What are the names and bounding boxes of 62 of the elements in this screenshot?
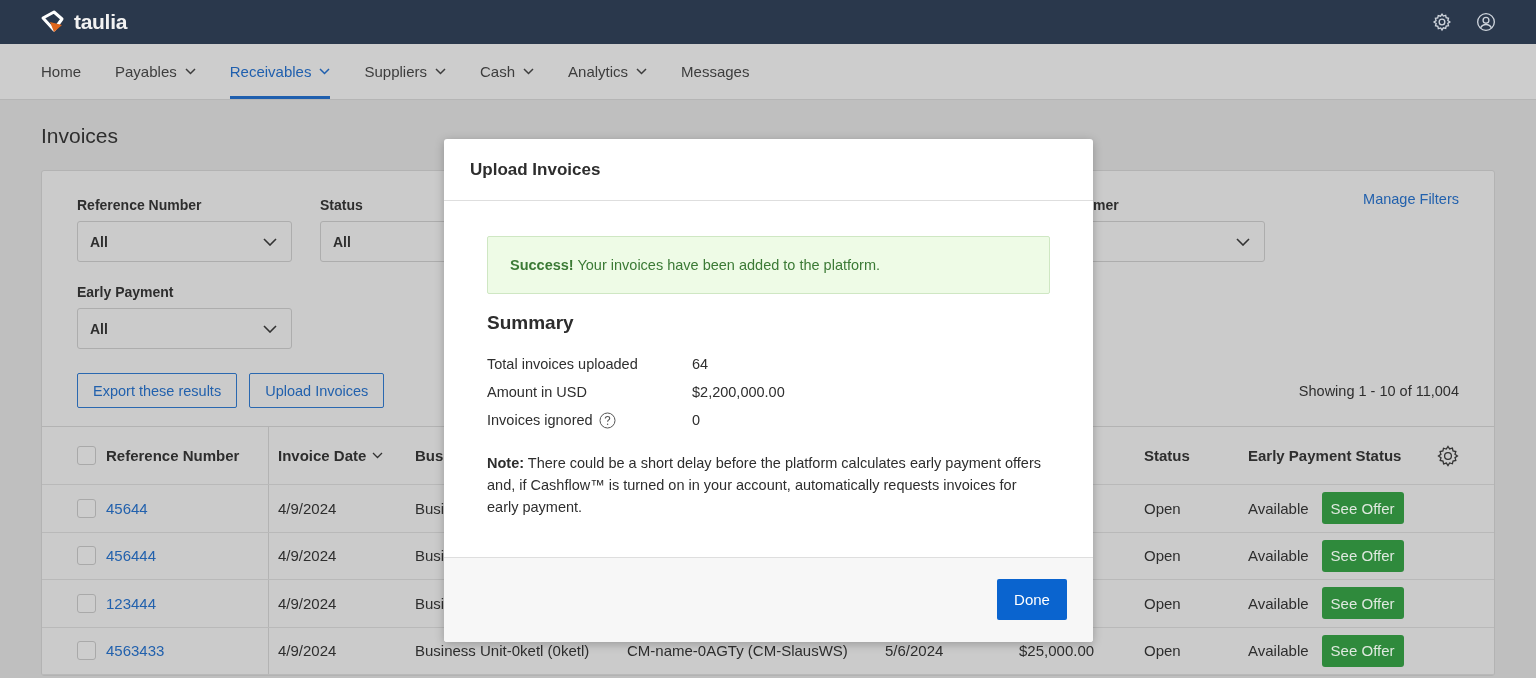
filter-label: Status [320, 197, 364, 213]
table-cell: Open [1144, 642, 1181, 660]
see-offer-button[interactable]: See Offer [1321, 492, 1404, 525]
nav-tab[interactable]: Suppliers [364, 44, 446, 99]
table-cell: Available [1248, 547, 1309, 565]
success-message: Success! Your invoices have been added to the platform. [487, 236, 1050, 294]
table-cell: Available [1248, 499, 1309, 517]
table-cell: $25,000.00 [1019, 642, 1095, 660]
reference-link[interactable]: 456444 [106, 547, 157, 565]
column-header[interactable]: Bus [415, 447, 444, 464]
table-cell: 4/9/2024 [278, 594, 337, 612]
summary-value: 64 [692, 356, 709, 372]
table-cell: 4/9/2024 [278, 642, 337, 660]
column-header[interactable]: Status [1144, 447, 1190, 464]
action-button[interactable]: Upload Invoices [249, 373, 385, 408]
summary-label: Total invoices uploaded [487, 356, 638, 372]
nav-tab[interactable]: Analytics [568, 44, 648, 99]
table-cell: CM-name-0AGTy (CM-SlausWS) [627, 642, 848, 660]
filter-label: Early Payment [77, 284, 175, 300]
filter-dropdown[interactable]: All [77, 308, 292, 349]
reference-link[interactable]: 45644 [106, 499, 148, 517]
summary-label: Invoices ignored [487, 412, 593, 428]
see-offer-button[interactable]: See Offer [1321, 539, 1404, 572]
summary-value: $2,200,000.00 [692, 384, 785, 400]
nav-tab[interactable]: Home [41, 44, 81, 99]
table-cell: 4/9/2024 [278, 547, 337, 565]
nav-tab[interactable]: Cash [480, 44, 535, 99]
action-button[interactable]: Export these results [77, 373, 238, 408]
table-cell: Available [1248, 594, 1309, 612]
table-cell: Open [1144, 547, 1181, 565]
column-header[interactable]: Early Payment Status [1248, 447, 1402, 464]
table-cell: Busi [415, 594, 445, 612]
see-offer-button[interactable]: See Offer [1321, 634, 1404, 667]
summary-label: Amount in USD [487, 384, 587, 400]
dialog-title: Upload Invoices [470, 159, 601, 180]
table-cell: Busi [415, 499, 445, 517]
table-cell: Open [1144, 594, 1181, 612]
table-cell: Open [1144, 499, 1181, 517]
table-cell: 5/6/2024 [885, 642, 944, 660]
reference-link[interactable]: 4563433 [106, 642, 165, 660]
nav-tab[interactable]: Messages [681, 44, 750, 99]
filter-label: mer [1092, 197, 1120, 213]
summary-value: 0 [692, 412, 701, 428]
filter-label: Reference Number [77, 197, 203, 213]
reference-link[interactable]: 123444 [106, 594, 157, 612]
summary-heading: Summary [487, 312, 575, 334]
table-cell: Available [1248, 642, 1309, 660]
filter-dropdown[interactable]: All [77, 221, 292, 262]
page-title: Invoices [41, 123, 119, 149]
table-cell: Business Unit-0ketl (0ketl) [415, 642, 590, 660]
logo-text: taulia [74, 10, 128, 34]
result-count: Showing 1 - 10 of 11,004 [1298, 382, 1459, 399]
nav-tab[interactable]: Payables [115, 44, 196, 99]
table-cell: Busi [415, 547, 445, 565]
manage-filters-link[interactable]: Manage Filters [1363, 191, 1459, 207]
column-header[interactable]: Reference Number [106, 447, 240, 464]
note-text: Note: There could be a short delay before the platform calculates early payment offers and, if Cashflow™ is turned on in your account, automatically requests invoices for early payment. [487, 454, 1042, 517]
see-offer-button[interactable]: See Offer [1321, 587, 1404, 620]
done-button[interactable]: Done [997, 579, 1067, 620]
column-header[interactable]: Invoice Date [278, 447, 384, 464]
table-cell: 4/9/2024 [278, 499, 337, 517]
nav-tab[interactable]: Receivables [229, 44, 331, 99]
